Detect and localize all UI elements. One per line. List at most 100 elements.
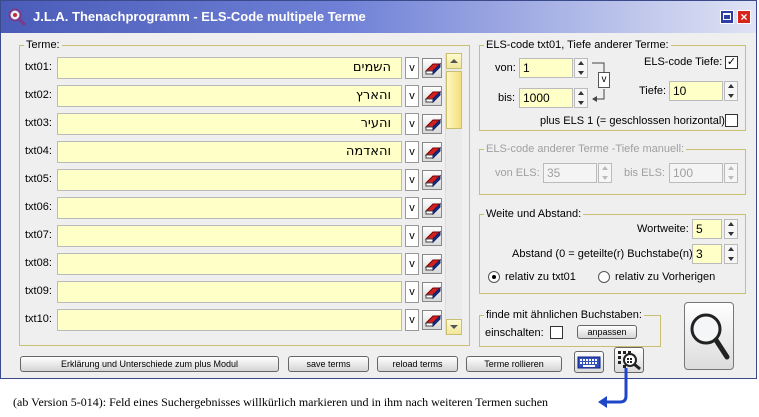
eraser-button[interactable] <box>422 58 442 78</box>
eraser-button[interactable] <box>422 310 442 330</box>
einschalten-label: einschalten: <box>485 327 544 339</box>
eraser-button[interactable] <box>422 198 442 218</box>
wortweite-label: Wortweite: <box>637 223 689 235</box>
tiefe-spinner[interactable] <box>724 81 738 101</box>
term-dropdown-button[interactable]: v <box>405 113 419 135</box>
terms-scrollbar[interactable] <box>445 53 462 335</box>
weite-legend: Weite und Abstand: <box>486 208 582 220</box>
eraser-button[interactable] <box>422 142 442 162</box>
close-button[interactable]: × <box>737 10 751 24</box>
term-input[interactable]: והארץ <box>57 85 402 107</box>
von-input[interactable]: 1 <box>519 58 573 78</box>
von-els-label: von ELS: <box>495 167 540 179</box>
term-label: txt02: <box>25 89 52 101</box>
els-code-legend: ELS-code txt01, Tiefe anderer Terme: <box>486 39 669 51</box>
wortweite-input[interactable]: 5 <box>692 219 722 239</box>
term-input[interactable]: והעיר <box>57 113 402 135</box>
term-label: txt06: <box>25 201 52 213</box>
eraser-icon <box>425 314 441 327</box>
terms-list: txt01: השמים v txt02: והארץ v txt03: והעיר v txt0… <box>19 49 468 339</box>
von-label: von: <box>495 62 516 74</box>
term-dropdown-button[interactable]: v <box>405 141 419 163</box>
eraser-icon <box>425 90 441 103</box>
els-tiefe-label: ELS-code Tiefe: <box>644 56 723 68</box>
term-input[interactable] <box>57 253 402 275</box>
bis-spinner[interactable] <box>574 88 588 108</box>
wortweite-spinner[interactable] <box>724 219 738 239</box>
term-input[interactable] <box>57 281 402 303</box>
terme-rollieren-button[interactable]: Terme rollieren <box>466 356 562 372</box>
bis-els-input[interactable]: 100 <box>669 163 723 183</box>
relativ-txt01-label: relativ zu txt01 <box>505 271 576 283</box>
term-dropdown-button[interactable]: v <box>405 281 419 303</box>
term-row: txt09: v <box>19 281 444 303</box>
term-input[interactable]: השמים <box>57 57 402 79</box>
term-dropdown-button[interactable]: v <box>405 85 419 107</box>
term-label: txt03: <box>25 117 52 129</box>
search-button[interactable] <box>684 302 734 370</box>
term-dropdown-button[interactable]: v <box>405 253 419 275</box>
term-label: txt07: <box>25 229 52 241</box>
relativ-vorherigen-label: relativ zu Vorherigen <box>615 271 716 283</box>
abstand-spinner[interactable] <box>724 244 738 264</box>
von-spinner[interactable] <box>574 58 588 78</box>
bis-input[interactable]: 1000 <box>519 88 573 108</box>
eraser-icon <box>425 230 441 243</box>
term-input[interactable] <box>57 309 402 331</box>
eraser-button[interactable] <box>422 170 442 190</box>
scroll-thumb[interactable] <box>446 71 462 129</box>
term-input[interactable] <box>57 197 402 219</box>
reload-terms-button[interactable]: reload terms <box>377 356 458 372</box>
term-row: txt06: v <box>19 197 444 219</box>
tiefe-input[interactable]: 10 <box>669 81 723 101</box>
pointer-arrow-icon <box>598 368 628 408</box>
term-dropdown-button[interactable]: v <box>405 169 419 191</box>
term-dropdown-button[interactable]: v <box>405 309 419 331</box>
von-els-spinner[interactable] <box>598 163 612 183</box>
term-row: txt07: v <box>19 225 444 247</box>
tiefe-label: Tiefe: <box>639 85 667 97</box>
term-dropdown-button[interactable]: v <box>405 197 419 219</box>
scroll-up-button[interactable] <box>446 53 462 69</box>
term-label: txt04: <box>25 145 52 157</box>
term-row: txt10: v <box>19 309 444 331</box>
bis-label: bis: <box>498 92 516 104</box>
abstand-input[interactable]: 3 <box>692 244 722 264</box>
term-input[interactable] <box>57 169 402 191</box>
eraser-button[interactable] <box>422 226 442 246</box>
term-input[interactable]: והאדמה <box>57 141 402 163</box>
maximize-button[interactable] <box>720 10 734 24</box>
eraser-icon <box>425 286 441 299</box>
term-label: txt09: <box>25 285 52 297</box>
erklaerung-button[interactable]: Erklärung und Unterschiede zum plus Modu… <box>20 356 279 372</box>
anpassen-button[interactable]: anpassen <box>577 325 637 339</box>
term-label: txt08: <box>25 257 52 269</box>
scroll-down-button[interactable] <box>446 319 462 335</box>
els-tiefe-checkbox[interactable]: ✓ <box>725 56 738 69</box>
einschalten-checkbox[interactable] <box>550 326 563 339</box>
app-magnifier-icon <box>8 8 27 27</box>
term-dropdown-button[interactable]: v <box>405 225 419 247</box>
save-terms-button[interactable]: save terms <box>288 356 369 372</box>
term-input[interactable] <box>57 225 402 247</box>
relativ-txt01-radio[interactable] <box>488 271 500 283</box>
von-els-input[interactable]: 35 <box>543 163 597 183</box>
term-dropdown-button[interactable]: v <box>405 57 419 79</box>
els-manual-legend: ELS-code anderer Terme -Tiefe manuell: <box>486 143 685 155</box>
eraser-button[interactable] <box>422 114 442 134</box>
term-row: txt04: והאדמה v <box>19 141 444 163</box>
plus-els-checkbox[interactable] <box>725 114 738 127</box>
aehnlich-legend: finde mit ähnlichen Buchstaben: <box>486 309 642 321</box>
eraser-icon <box>425 146 441 159</box>
title-bar[interactable]: J.L.A. Thenachprogramm - ELS-Code multip… <box>1 1 756 33</box>
term-row: txt02: והארץ v <box>19 85 444 107</box>
eraser-icon <box>425 202 441 215</box>
abstand-label: Abstand (0 = geteilte(r) Buchstabe(n)): <box>512 248 700 260</box>
eraser-button[interactable] <box>422 254 442 274</box>
eraser-button[interactable] <box>422 86 442 106</box>
relativ-vorherigen-radio[interactable] <box>598 271 610 283</box>
eraser-button[interactable] <box>422 282 442 302</box>
magnifier-icon <box>690 313 730 360</box>
plus-els-label: plus ELS 1 (= geschlossen horizontal): <box>540 115 729 127</box>
bis-els-spinner[interactable] <box>724 163 738 183</box>
